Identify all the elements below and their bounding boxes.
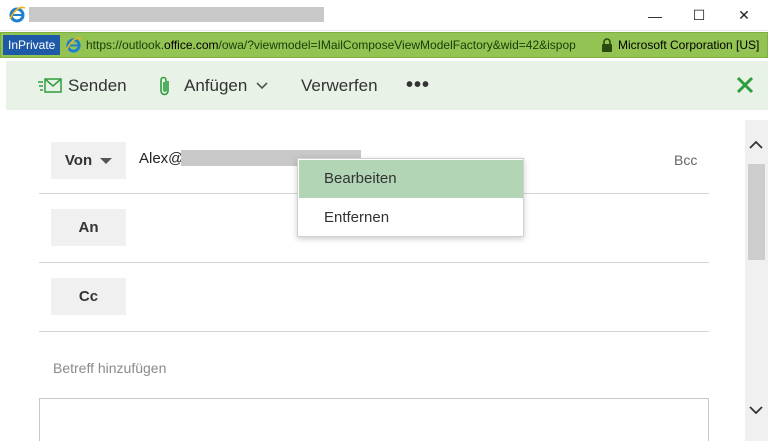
from-address: Alex@ [139, 150, 184, 167]
site-identity[interactable]: Microsoft Corporation [US] [618, 33, 759, 57]
cc-button[interactable]: Cc [51, 278, 126, 315]
chevron-down-icon [256, 81, 268, 89]
inprivate-badge: InPrivate [3, 35, 61, 55]
send-label: Senden [68, 75, 127, 95]
url-path: /owa/?viewmodel=IMailComposeViewModelFac… [218, 38, 576, 52]
address-bar[interactable]: InPrivate https://outlook.office.com/owa… [0, 32, 768, 58]
more-options-button[interactable]: ••• [406, 61, 430, 110]
minimize-button[interactable]: — [632, 0, 678, 31]
menu-item-edit[interactable]: Bearbeiten [299, 160, 523, 198]
close-window-button[interactable]: ✕ [721, 0, 767, 31]
cc-row[interactable]: Cc [39, 273, 709, 332]
window-titlebar: — ☐ ✕ [0, 0, 768, 31]
discard-button[interactable]: Verwerfen [301, 61, 378, 110]
window-title-redacted [29, 7, 324, 22]
url-text[interactable]: https://outlook.office.com/owa/?viewmode… [86, 33, 596, 57]
paperclip-icon [160, 76, 169, 95]
compose-toolbar: Senden Anfügen Verwerfen ••• [6, 61, 768, 110]
caret-down-icon [100, 157, 113, 164]
send-button[interactable]: Senden [38, 61, 127, 110]
attach-label: Anfügen [184, 75, 248, 95]
vertical-scrollbar[interactable] [745, 120, 768, 441]
scrollbar-thumb[interactable] [748, 164, 765, 260]
scroll-up-icon[interactable] [747, 136, 765, 154]
from-context-menu: Bearbeiten Entfernen [297, 158, 524, 237]
message-body[interactable] [39, 398, 709, 441]
lock-icon [602, 38, 612, 52]
close-icon[interactable] [734, 74, 756, 96]
maximize-button[interactable]: ☐ [676, 0, 722, 31]
ie-logo-icon [66, 37, 82, 53]
attach-button[interactable]: Anfügen [158, 61, 269, 110]
ie-logo-icon [9, 6, 26, 23]
url-domain: office.com [164, 38, 219, 52]
send-icon [38, 77, 62, 93]
scroll-down-icon[interactable] [747, 401, 765, 419]
from-label: Von [64, 152, 93, 169]
bcc-link[interactable]: Bcc [674, 152, 697, 168]
url-prefix: https://outlook. [86, 38, 165, 52]
from-button[interactable]: Von [51, 142, 126, 179]
subject-input[interactable]: Betreff hinzufügen [53, 360, 166, 376]
to-button[interactable]: An [51, 209, 126, 246]
menu-item-remove[interactable]: Entfernen [299, 199, 523, 237]
